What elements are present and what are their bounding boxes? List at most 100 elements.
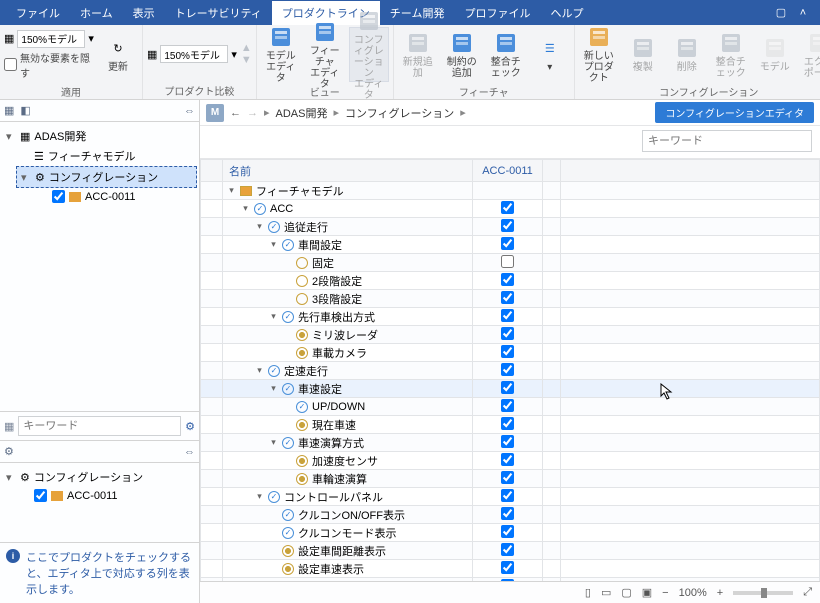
zoom-model-combo[interactable] <box>17 30 85 48</box>
model-editor-button[interactable]: モデルエディタ <box>261 27 301 82</box>
product-icon <box>51 491 63 501</box>
expand-icon[interactable]: ▾ <box>269 437 278 448</box>
menu-tab-0[interactable]: ファイル <box>6 1 70 25</box>
layout1-icon[interactable]: ▯ <box>585 586 591 599</box>
feature-checkbox[interactable] <box>501 471 514 484</box>
collapse-icon[interactable]: ⇔ <box>184 105 195 117</box>
expand-icon[interactable]: ▾ <box>255 365 264 376</box>
zoom-in-icon[interactable]: + <box>717 587 723 599</box>
tree-item[interactable]: ACC-0011 <box>16 487 197 504</box>
feature-checkbox[interactable] <box>501 435 514 448</box>
feature-checkbox[interactable] <box>501 327 514 340</box>
menu-tab-2[interactable]: 表示 <box>123 1 165 25</box>
col-name[interactable]: 名前 <box>223 160 473 182</box>
feature-checkbox[interactable] <box>501 561 514 574</box>
feature-checkbox[interactable] <box>501 219 514 232</box>
filter-settings-icon[interactable]: ⚙ <box>185 420 195 433</box>
feature-checkbox[interactable] <box>501 399 514 412</box>
optional-feature-icon <box>296 293 308 305</box>
zoom-out-icon[interactable]: − <box>662 587 668 599</box>
add-constraint-button[interactable]: 制約の追加 <box>442 27 482 82</box>
layout4-icon[interactable]: ▣ <box>642 586 652 599</box>
chevron-up-icon[interactable]: ˄ <box>792 7 814 19</box>
product-checkbox[interactable] <box>52 190 65 203</box>
layout3-icon[interactable]: ▢ <box>621 586 631 599</box>
tree-tab-icon[interactable]: ◧ <box>20 104 30 117</box>
feature-checkbox[interactable] <box>501 579 514 582</box>
menu-tab-5[interactable]: チーム開発 <box>380 1 455 25</box>
feature-checkbox[interactable] <box>501 489 514 502</box>
zoom-slider[interactable] <box>733 591 793 595</box>
breadcrumb-item[interactable]: ADAS開発 <box>276 105 328 121</box>
feature-checkbox[interactable] <box>501 345 514 358</box>
compare-model-combo[interactable] <box>160 45 228 63</box>
feature-checkbox[interactable] <box>501 237 514 250</box>
back-arrow-icon[interactable]: ← <box>230 107 241 119</box>
alternative-feature-icon <box>282 563 294 575</box>
factory-icon[interactable]: ▦ <box>4 104 14 117</box>
feature-label: 加速度センサ <box>312 453 378 469</box>
alternative-feature-icon <box>254 581 266 582</box>
menu-tab-3[interactable]: トレーサビリティ <box>165 1 272 25</box>
expand-icon[interactable]: ▾ <box>241 203 250 214</box>
tree-item[interactable]: ☰フィーチャモデル <box>16 146 197 166</box>
left-filter-input[interactable] <box>18 416 181 436</box>
menu-tab-1[interactable]: ホーム <box>70 1 123 25</box>
feature-label: UP/DOWN <box>312 401 365 413</box>
hide-invalid-checkbox[interactable] <box>4 58 17 71</box>
section2-root[interactable]: ▾⚙コンフィグレーション <box>2 467 197 487</box>
new-product-button[interactable]: 新しいプロダクト <box>579 27 619 82</box>
export-button: エクスポート <box>799 27 820 82</box>
tree-root[interactable]: ▾▦ADAS開発 <box>2 126 197 146</box>
expand-icon[interactable]: ▾ <box>255 491 264 502</box>
editor-badge: コンフィグレーションエディタ <box>655 102 814 123</box>
feature-checkbox[interactable] <box>501 381 514 394</box>
window-icon[interactable]: ▢ <box>770 6 792 19</box>
menu-tab-7[interactable]: ヘルプ <box>540 1 593 25</box>
product-checkbox[interactable] <box>34 489 47 502</box>
expand-icon[interactable]: ▾ <box>227 185 236 196</box>
expand-icon[interactable]: ▾ <box>255 221 264 232</box>
alternative-feature-icon <box>296 347 308 359</box>
feature-checkbox[interactable] <box>501 309 514 322</box>
breadcrumb-item[interactable]: コンフィグレーション <box>345 105 454 121</box>
feature-checkbox[interactable] <box>501 273 514 286</box>
grid-search-input[interactable] <box>642 130 812 152</box>
feature-editor-button[interactable]: フィーチャエディタ <box>305 27 345 82</box>
feature-checkbox[interactable] <box>501 255 514 268</box>
feature-checkbox[interactable] <box>501 201 514 214</box>
feature-checkbox[interactable] <box>501 291 514 304</box>
feature-checkbox[interactable] <box>501 417 514 430</box>
feature-checkbox[interactable] <box>501 543 514 556</box>
feature-checkbox[interactable] <box>501 525 514 538</box>
delete-button: 削除 <box>667 27 707 82</box>
dropdown-icon[interactable]: ▾ <box>88 32 94 45</box>
col-product[interactable]: ACC-0011 <box>473 160 543 182</box>
feature-menu-button[interactable]: ☰▾ <box>530 27 570 82</box>
arrow-down-icon[interactable]: ▼ <box>241 54 252 66</box>
forward-arrow-icon[interactable]: → <box>247 107 258 119</box>
feature-checkbox[interactable] <box>501 453 514 466</box>
check-feature-icon: ✓ <box>282 527 294 539</box>
expand-icon[interactable]: ▾ <box>269 311 278 322</box>
consistency-check-button[interactable]: 整合チェック <box>486 27 526 82</box>
feature-checkbox[interactable] <box>501 363 514 376</box>
menu-tab-6[interactable]: プロファイル <box>454 1 540 25</box>
tree-item[interactable]: ▾⚙コンフィグレーション <box>16 166 197 188</box>
expand-icon[interactable]: ▾ <box>269 383 278 394</box>
tree-item[interactable]: ACC-0011 <box>30 188 197 205</box>
refresh-button[interactable]: ↻更新 <box>98 27 138 82</box>
fit-icon[interactable]: ⤢ <box>803 586 812 599</box>
collapse2-icon[interactable]: ⇔ <box>184 446 195 458</box>
feature-label: 設定車間距離表示 <box>298 543 386 559</box>
feature-label: クルコンON/OFF表示 <box>298 507 405 523</box>
layout2-icon[interactable]: ▭ <box>601 586 611 599</box>
expand-icon[interactable]: ▾ <box>269 239 278 250</box>
dropdown-icon[interactable]: ▾ <box>231 48 237 61</box>
alternative-feature-icon <box>296 455 308 467</box>
gear-icon[interactable]: ⚙ <box>4 445 14 458</box>
arrow-up-icon[interactable]: ▲ <box>241 42 252 54</box>
alternative-feature-icon <box>296 329 308 341</box>
feature-label: 設定車速表示 <box>298 561 364 577</box>
feature-checkbox[interactable] <box>501 507 514 520</box>
